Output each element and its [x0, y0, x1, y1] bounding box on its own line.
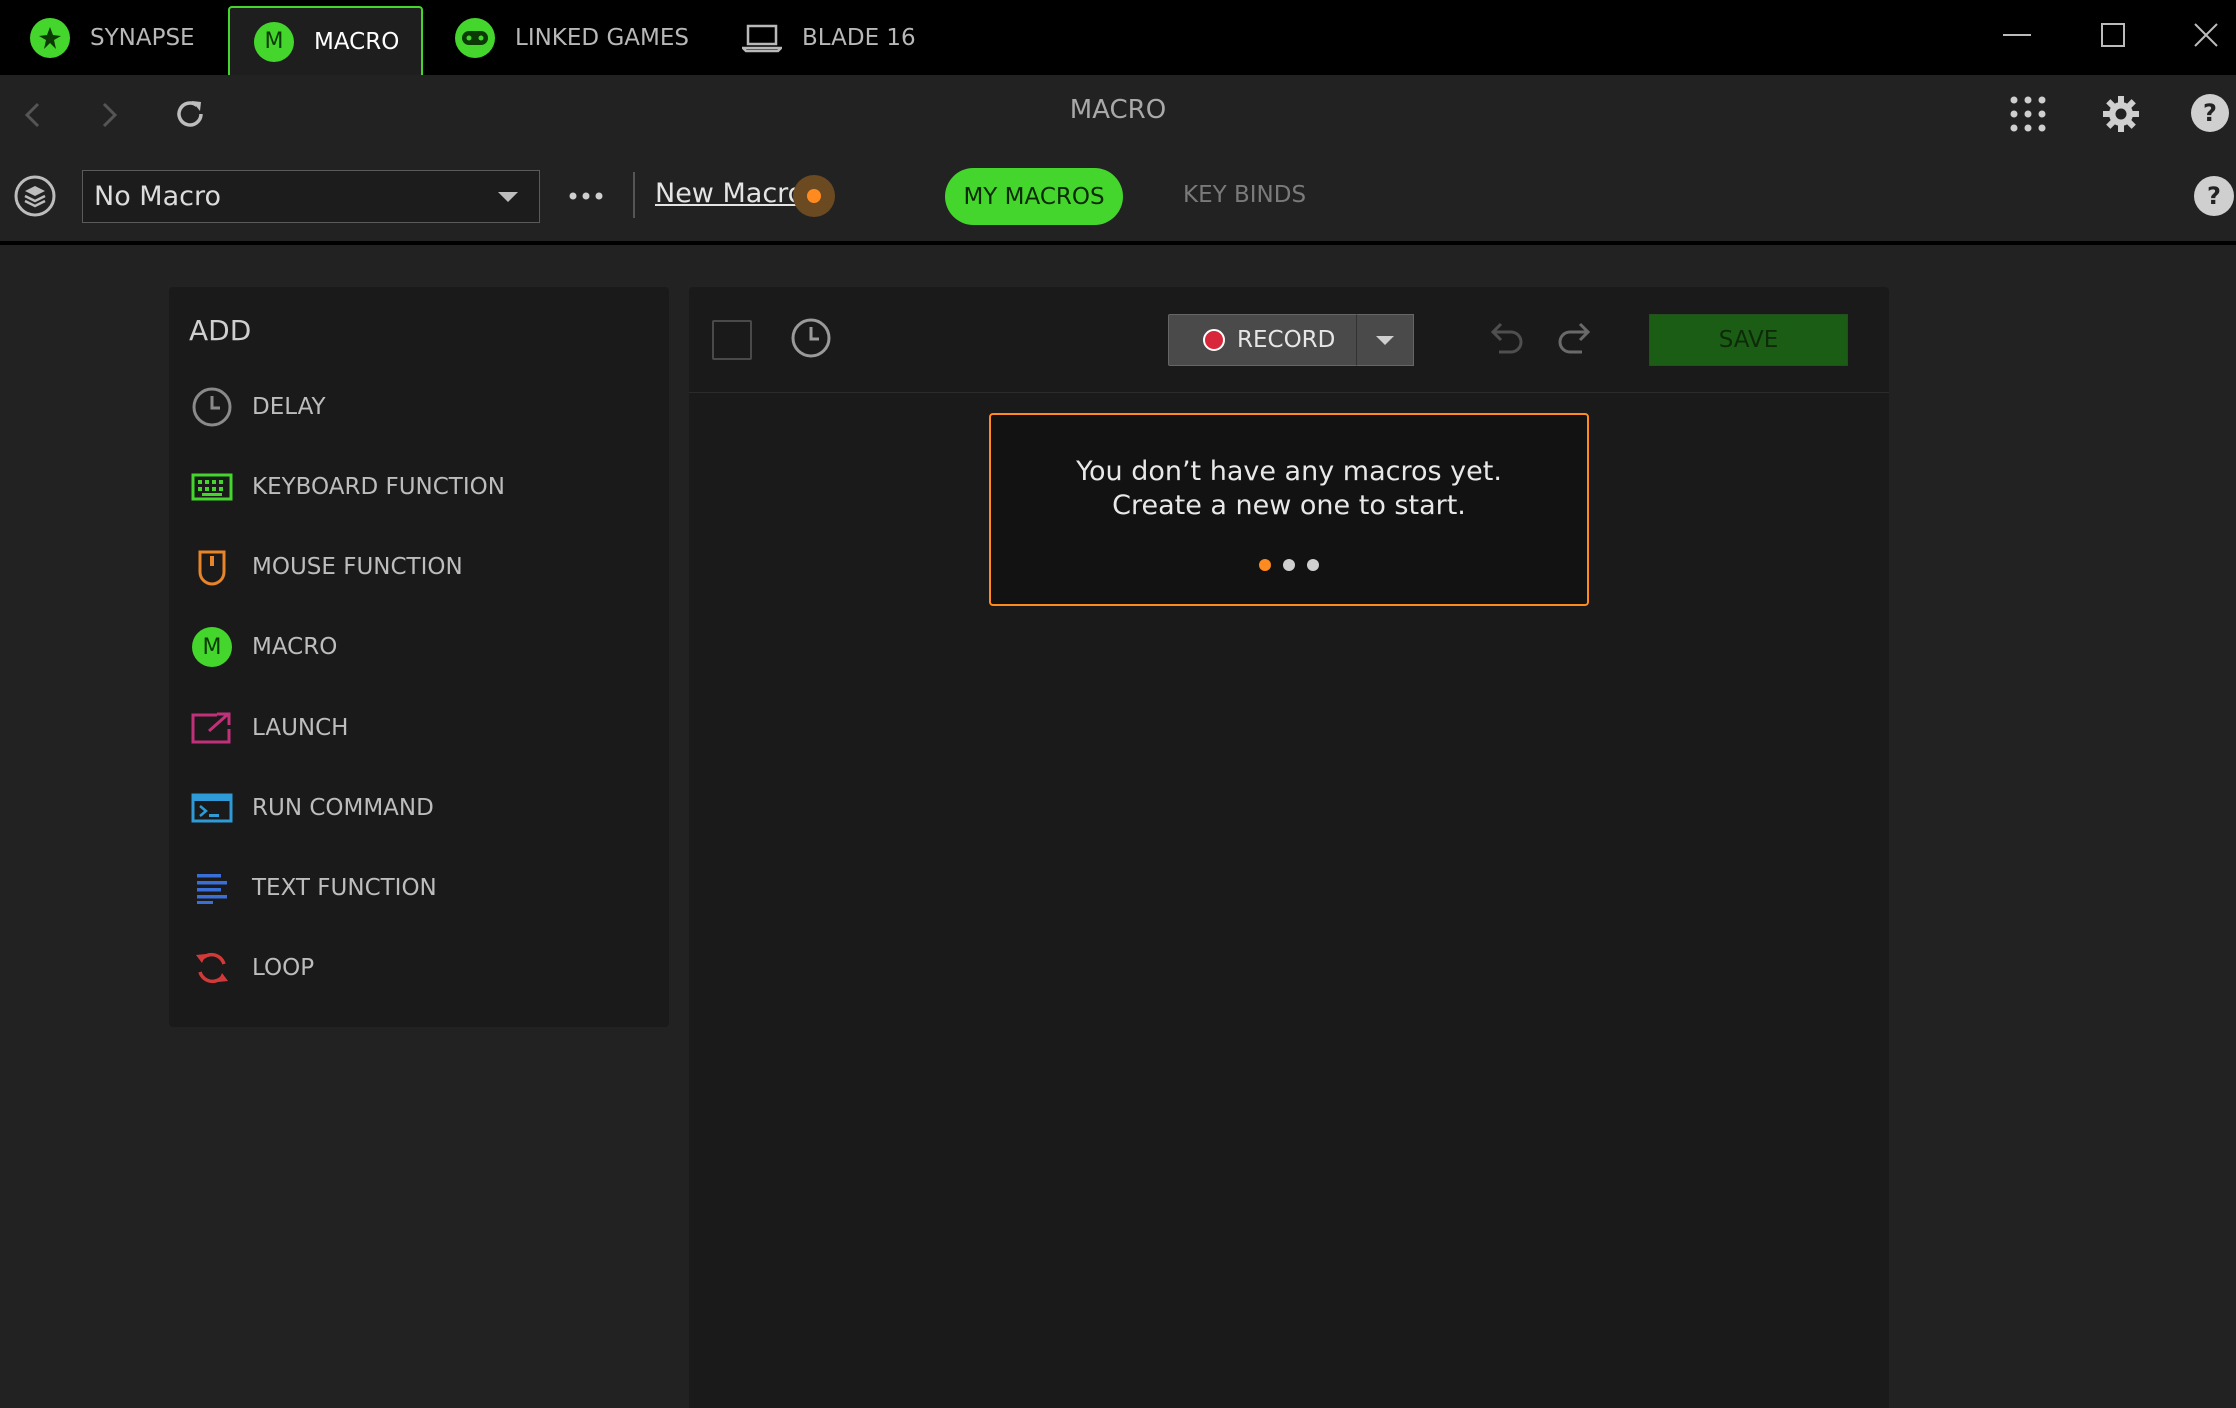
add-item-keyboard-function[interactable]: KEYBOARD FUNCTION: [169, 459, 669, 515]
chevron-down-icon: [498, 192, 518, 202]
app-tab-label: BLADE 16: [802, 24, 916, 51]
launch-icon: [189, 705, 235, 751]
maximize-button[interactable]: [2083, 10, 2143, 60]
laptop-icon: [742, 23, 782, 53]
undo-icon: [1490, 322, 1523, 354]
add-item-label: TEXT FUNCTION: [252, 875, 437, 901]
page-title: MACRO: [1069, 95, 1167, 125]
toolbar-divider: [633, 172, 635, 218]
settings-button[interactable]: [2099, 92, 2143, 136]
macro-m-icon: M: [254, 21, 294, 62]
loop-icon: [189, 945, 235, 991]
keyboard-icon: [189, 464, 235, 510]
help-icon: ?: [2194, 176, 2234, 216]
add-item-label: KEYBOARD FUNCTION: [252, 474, 505, 500]
select-all-checkbox[interactable]: [712, 320, 752, 360]
tooltip-pagination: [991, 559, 1587, 571]
gear-icon: [2103, 96, 2139, 132]
record-dot-icon: [1203, 329, 1225, 351]
add-item-label: LAUNCH: [252, 715, 349, 741]
close-button[interactable]: [2176, 10, 2236, 60]
add-item-label: DELAY: [252, 394, 326, 420]
record-label: RECORD: [1237, 327, 1336, 353]
text-lines-icon: [189, 865, 235, 911]
minimize-icon: [2003, 34, 2031, 36]
svg-text:?: ?: [2203, 99, 2217, 127]
pagination-dot[interactable]: [1283, 559, 1295, 571]
account-help-button[interactable]: ?: [2188, 91, 2232, 135]
apps-grid-button[interactable]: [2008, 94, 2048, 134]
undo-button[interactable]: [1483, 318, 1527, 362]
macro-select-value: No Macro: [94, 181, 222, 212]
add-item-label: MOUSE FUNCTION: [252, 554, 463, 580]
redo-icon: [1558, 322, 1591, 354]
tab-key-binds[interactable]: KEY BINDS: [1183, 182, 1306, 208]
delay-toggle-button[interactable]: [789, 316, 837, 364]
add-item-delay[interactable]: DELAY: [169, 379, 669, 435]
tab-my-macros[interactable]: MY MACROS: [945, 168, 1123, 225]
grid-icon: [2010, 96, 2046, 132]
add-item-run-command[interactable]: RUN COMMAND: [169, 780, 669, 836]
macro-m-icon: M: [189, 624, 235, 670]
app-tab-synapse[interactable]: SYNAPSE: [30, 0, 220, 75]
add-item-text-function[interactable]: TEXT FUNCTION: [169, 860, 669, 916]
hotspot-dot: [807, 189, 821, 203]
gamepad-icon: [455, 17, 495, 58]
pagination-dot[interactable]: [1307, 559, 1319, 571]
add-item-macro[interactable]: M MACRO: [169, 619, 669, 675]
save-button[interactable]: SAVE: [1649, 314, 1848, 366]
new-macro-link[interactable]: New Macro: [655, 178, 804, 209]
terminal-icon: [189, 785, 235, 831]
page-help-button[interactable]: ?: [2192, 174, 2236, 218]
app-tab-label: MACRO: [314, 28, 400, 55]
help-icon: ?: [2191, 94, 2229, 132]
add-item-launch[interactable]: LAUNCH: [169, 700, 669, 756]
redo-button[interactable]: [1554, 318, 1598, 362]
clock-icon: [189, 384, 235, 430]
add-item-loop[interactable]: LOOP: [169, 940, 669, 996]
tooltip-text: You don’t have any macros yet. Create a …: [1076, 456, 1502, 521]
empty-state-tooltip: You don’t have any macros yet. Create a …: [989, 413, 1589, 606]
chevron-down-icon: [1376, 335, 1394, 345]
razer-logo-icon: [30, 17, 70, 58]
app-tab-label: LINKED GAMES: [515, 24, 689, 51]
add-item-mouse-function[interactable]: MOUSE FUNCTION: [169, 539, 669, 595]
maximize-icon: [2101, 23, 2125, 47]
macro-select-dropdown[interactable]: No Macro: [82, 170, 540, 223]
layers-icon: [14, 175, 56, 217]
add-panel: ADD DELAY KEYBOARD FUNCTION MOUSE FUNCTI…: [169, 287, 669, 1027]
profile-layers-button[interactable]: [13, 174, 57, 218]
ellipsis-icon: [569, 192, 603, 200]
clock-icon: [791, 318, 831, 358]
mouse-icon: [189, 544, 235, 590]
record-options-dropdown[interactable]: [1356, 314, 1414, 366]
pagination-dot-active[interactable]: [1259, 559, 1271, 571]
add-item-label: LOOP: [252, 955, 315, 981]
app-tab-label: SYNAPSE: [90, 24, 195, 51]
minimize-button[interactable]: [1987, 10, 2047, 60]
app-tab-blade-16[interactable]: BLADE 16: [742, 0, 932, 75]
tutorial-hotspot[interactable]: [793, 175, 835, 217]
app-tab-macro[interactable]: M MACRO: [228, 6, 423, 75]
svg-text:?: ?: [2207, 182, 2221, 210]
more-options-button[interactable]: [566, 178, 606, 214]
app-tab-linked-games[interactable]: LINKED GAMES: [455, 0, 695, 75]
add-item-label: RUN COMMAND: [252, 795, 434, 821]
add-item-label: MACRO: [252, 634, 338, 660]
close-icon: [2194, 23, 2218, 47]
add-panel-title: ADD: [189, 314, 252, 347]
